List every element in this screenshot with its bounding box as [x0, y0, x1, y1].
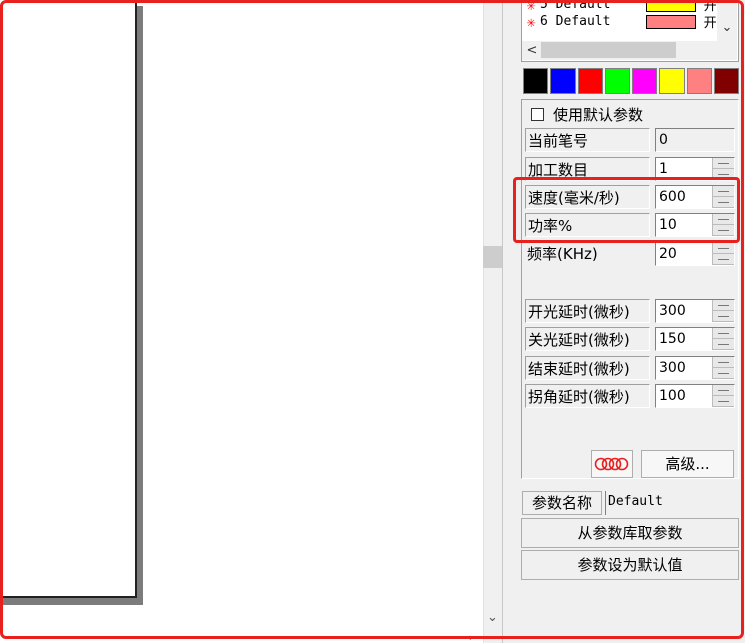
laser-on-delay-label: 开光延时(微秒) [525, 299, 650, 323]
palette-color-yellow[interactable] [659, 68, 685, 94]
current-pen-label: 当前笔号 [525, 128, 650, 152]
stepper-arrows-icon[interactable] [712, 385, 734, 407]
palette-color-green[interactable] [604, 68, 630, 94]
scroll-right-icon[interactable]: › [464, 632, 478, 643]
pen-color-swatch[interactable] [645, 0, 696, 12]
params-group [521, 99, 739, 479]
canvas-scroll-thumb[interactable] [483, 246, 502, 268]
advanced-button[interactable]: 高级... [641, 450, 734, 478]
laser-off-delay-stepper[interactable]: 150 [655, 327, 735, 351]
end-delay-label: 结束延时(微秒) [525, 356, 650, 380]
wobble-rings-icon [594, 457, 629, 471]
color-palette [523, 68, 739, 94]
pen-color-swatch[interactable] [645, 14, 696, 29]
pen-list-item[interactable]: ✳ 6 Default 开 [522, 12, 738, 32]
laser-on-delay-stepper[interactable]: 300 [655, 299, 735, 323]
corner-delay-stepper[interactable]: 100 [655, 384, 735, 408]
palette-color-maroon[interactable] [713, 68, 739, 94]
chevron-down-icon[interactable]: ⌄ [718, 18, 736, 38]
corner-delay-input[interactable]: 100 [656, 385, 712, 407]
stepper-arrows-icon[interactable] [712, 243, 734, 265]
work-area-shadow [137, 6, 143, 605]
pen-index: 6 [540, 14, 548, 29]
pen-list-scroll-thumb[interactable] [541, 42, 676, 58]
end-delay-input[interactable]: 300 [656, 357, 712, 379]
pen-star-icon: ✳ [526, 12, 536, 31]
frequency-label: 频率(KHz) [527, 245, 598, 263]
frequency-stepper[interactable]: 20 [655, 242, 735, 266]
laser-off-delay-input[interactable]: 150 [656, 328, 712, 350]
use-default-label[interactable]: 使用默认参数 [553, 105, 643, 125]
palette-color-red[interactable] [577, 68, 603, 94]
scroll-down-icon[interactable]: ⌄ [483, 606, 502, 630]
end-delay-stepper[interactable]: 300 [655, 356, 735, 380]
work-area-page [0, 0, 137, 598]
laser-on-delay-input[interactable]: 300 [656, 300, 712, 322]
load-from-library-button[interactable]: 从参数库取参数 [521, 518, 739, 548]
pen-name: Default [555, 0, 611, 12]
corner-delay-label: 拐角延时(微秒) [525, 384, 650, 408]
use-default-checkbox[interactable] [531, 108, 544, 121]
stepper-arrows-icon[interactable] [712, 328, 734, 350]
chevron-left-icon[interactable]: < [524, 41, 540, 60]
stepper-arrows-icon[interactable] [712, 357, 734, 379]
palette-color-blue[interactable] [550, 68, 576, 94]
canvas-vertical-scrollbar[interactable] [483, 0, 502, 643]
current-pen-value: 0 [655, 128, 735, 152]
frequency-input[interactable]: 20 [656, 243, 712, 265]
palette-color-pink[interactable] [686, 68, 712, 94]
pen-index: 5 [540, 0, 548, 12]
wobble-button[interactable] [591, 450, 633, 478]
palette-color-black[interactable] [523, 68, 549, 94]
laser-off-delay-label: 关光延时(微秒) [525, 327, 650, 351]
work-area-shadow-bottom [0, 598, 143, 605]
pen-star-icon: ✳ [526, 0, 536, 14]
param-name-button[interactable]: 参数名称 [522, 491, 602, 515]
stepper-arrows-icon[interactable] [712, 300, 734, 322]
param-name-value: Default [605, 491, 740, 515]
set-as-default-button[interactable]: 参数设为默认值 [521, 550, 739, 580]
palette-color-magenta[interactable] [632, 68, 658, 94]
pen-name: Default [555, 14, 611, 29]
speed-power-highlight [513, 177, 740, 243]
